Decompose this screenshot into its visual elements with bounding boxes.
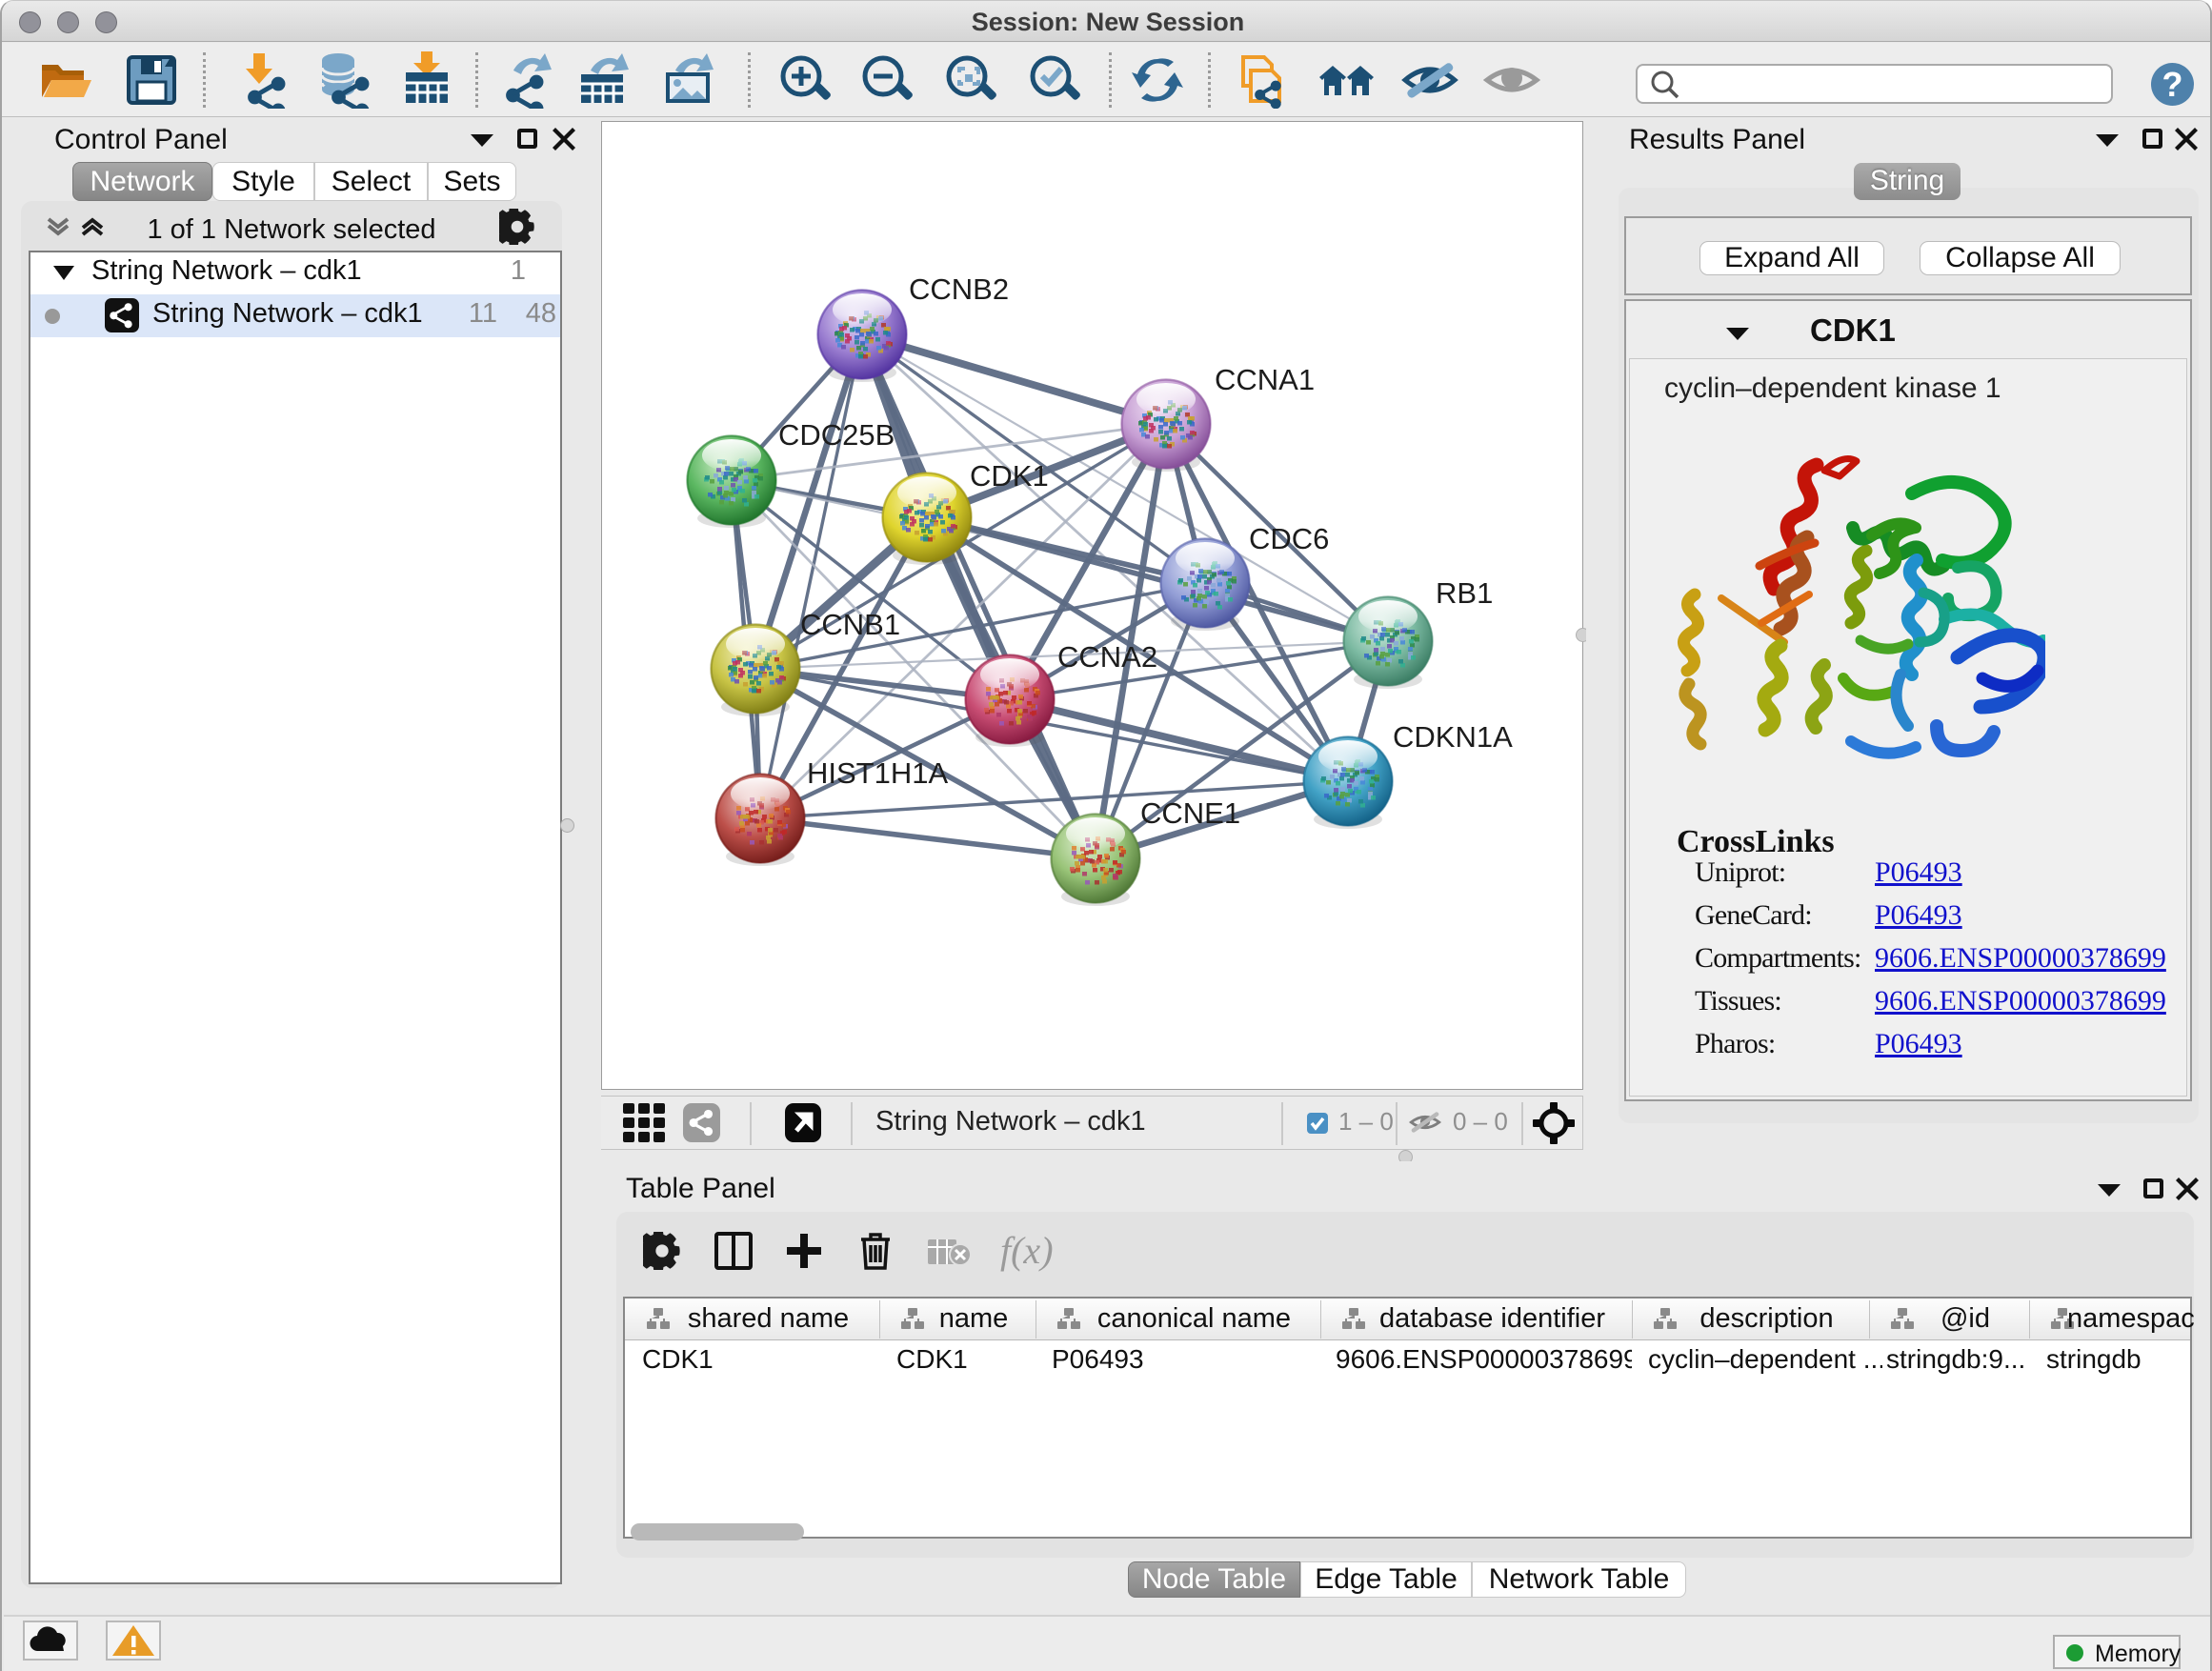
- svg-text:CDK1: CDK1: [970, 459, 1049, 493]
- svg-text:CDC25B: CDC25B: [778, 418, 895, 452]
- svg-text:CCNA1: CCNA1: [1215, 363, 1315, 396]
- svg-text:CCNA2: CCNA2: [1057, 640, 1157, 674]
- svg-text:CCNE1: CCNE1: [1140, 796, 1240, 830]
- svg-text:CCNB2: CCNB2: [909, 272, 1009, 306]
- svg-text:CDKN1A: CDKN1A: [1393, 720, 1513, 754]
- svg-text:CCNB1: CCNB1: [800, 608, 900, 641]
- svg-text:CDC6: CDC6: [1249, 522, 1329, 555]
- svg-text:RB1: RB1: [1436, 576, 1493, 610]
- svg-text:HIST1H1A: HIST1H1A: [807, 756, 948, 790]
